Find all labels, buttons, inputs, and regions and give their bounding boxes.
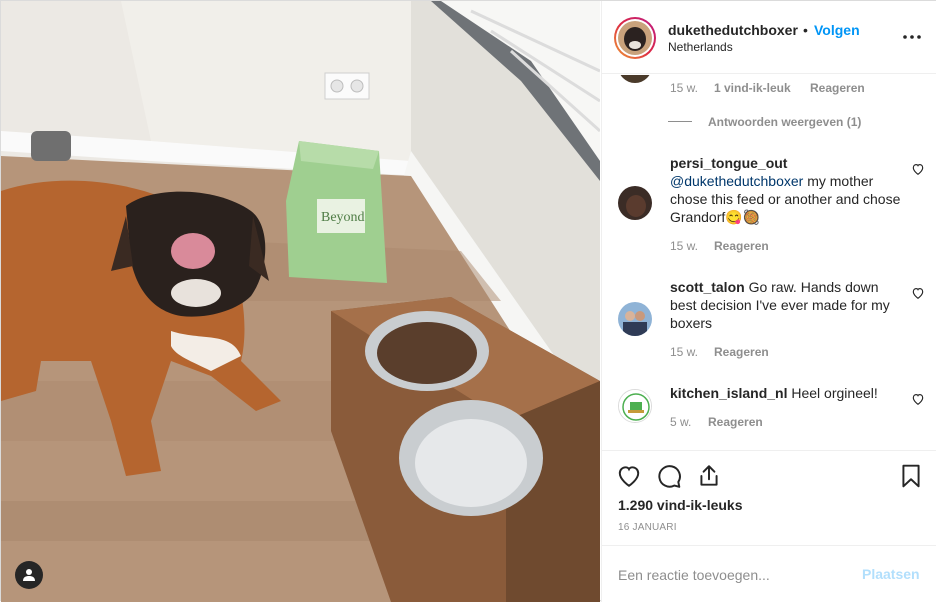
- comment-age: 5 w.: [670, 415, 692, 429]
- more-horizontal-icon[interactable]: [902, 27, 922, 47]
- share-icon[interactable]: [696, 463, 722, 489]
- author-avatar[interactable]: [614, 17, 656, 59]
- reply-button[interactable]: Reageren: [708, 415, 763, 429]
- post-comment-button[interactable]: Plaatsen: [862, 566, 920, 582]
- comment-age: 15 w.: [670, 239, 699, 253]
- comment-text: kitchen_island_nl Heel orgineel!: [670, 384, 902, 402]
- replies-divider: [668, 121, 692, 122]
- view-replies-button[interactable]: Antwoorden weergeven (1): [708, 115, 861, 129]
- follow-button[interactable]: Volgen: [814, 22, 860, 38]
- post-date: 16 JANUARI: [618, 522, 677, 533]
- post-actions: 1.290 vind-ik-leuks 16 JANUARI: [602, 450, 936, 545]
- instagram-post-modal: Beyond dukethedutchboxer • Volgen Nether…: [0, 0, 936, 602]
- bookmark-icon[interactable]: [898, 463, 924, 489]
- reply-button[interactable]: Reageren: [810, 81, 865, 95]
- comment-username[interactable]: persi_tongue_out: [670, 155, 787, 171]
- dog-photo-illustration: Beyond: [1, 1, 600, 602]
- comment-age: 15 w.: [670, 345, 699, 359]
- comments-list[interactable]: 15 w. 1 vind-ik-leuk Reageren Antwoorden…: [602, 75, 936, 450]
- comment-avatar[interactable]: [618, 389, 652, 423]
- post-location[interactable]: Netherlands: [668, 40, 733, 54]
- post-header: dukethedutchboxer • Volgen Netherlands: [602, 1, 936, 74]
- comment-text: persi_tongue_out @dukethedutchboxer my m…: [670, 154, 902, 226]
- comment-text: scott_talon Go raw. Hands down best deci…: [670, 278, 902, 332]
- comment-username[interactable]: scott_talon: [670, 279, 745, 295]
- reply-button[interactable]: Reageren: [714, 239, 769, 253]
- reply-button[interactable]: Reageren: [714, 345, 769, 359]
- comment-age: 15 w.: [670, 81, 699, 95]
- likes-count[interactable]: 1.290 vind-ik-leuks: [618, 497, 743, 513]
- comment-like-heart-icon[interactable]: [911, 392, 925, 406]
- comment-avatar[interactable]: [618, 75, 652, 83]
- comment-bubble-icon[interactable]: [656, 463, 682, 489]
- post-photo[interactable]: Beyond: [1, 1, 600, 602]
- post-sidebar: dukethedutchboxer • Volgen Netherlands 1…: [601, 1, 936, 602]
- like-heart-icon[interactable]: [616, 463, 642, 489]
- tagged-users-button[interactable]: [15, 561, 43, 589]
- comment-body: Heel orgineel!: [787, 385, 878, 401]
- add-comment-bar: Plaatsen: [602, 545, 936, 602]
- comment-avatar[interactable]: [618, 186, 652, 220]
- svg-text:Beyond: Beyond: [321, 210, 365, 225]
- comment-username[interactable]: kitchen_island_nl: [670, 385, 787, 401]
- comment-likes-link[interactable]: 1 vind-ik-leuk: [714, 81, 791, 95]
- comment-input[interactable]: [618, 561, 848, 589]
- header-separator: •: [803, 22, 808, 38]
- comment-like-heart-icon[interactable]: [911, 286, 925, 300]
- author-username[interactable]: dukethedutchboxer: [668, 22, 798, 38]
- user-icon: [23, 569, 35, 581]
- dog-avatar-image: [618, 21, 652, 55]
- comment-mention[interactable]: @dukethedutchboxer: [670, 173, 803, 189]
- comment-like-heart-icon[interactable]: [911, 162, 925, 176]
- comment-avatar[interactable]: [618, 302, 652, 336]
